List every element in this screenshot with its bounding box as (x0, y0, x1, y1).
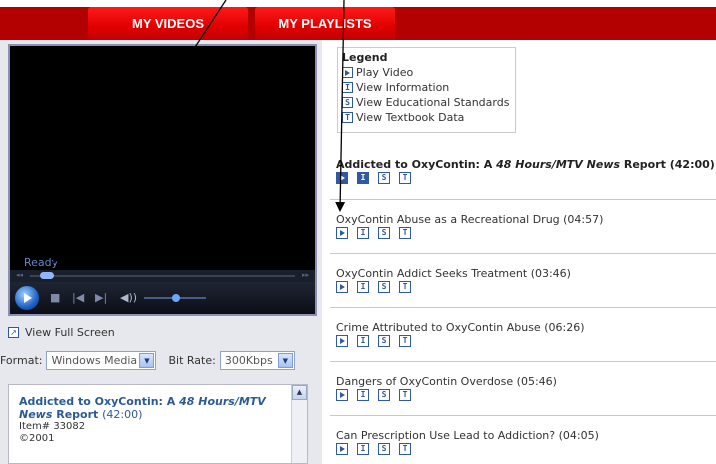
rewind-mark-icon: ◂◂ (16, 271, 24, 279)
fast-forward-mark-icon: ▸▸ (301, 271, 309, 279)
textbook-icon[interactable]: T (399, 443, 411, 455)
chevron-down-icon: ▼ (139, 353, 155, 368)
segment-item: Crime Attributed to OxyContin Abuse (06:… (336, 321, 716, 347)
segment-title[interactable]: Crime Attributed to OxyContin Abuse (06:… (336, 321, 716, 334)
tab-my-playlists[interactable]: MY PLAYLISTS (255, 7, 395, 40)
segment-actions: I S T (336, 335, 716, 347)
standards-icon: S (342, 97, 353, 108)
segment-item: OxyContin Addict Seeks Treatment (03:46)… (336, 267, 716, 293)
information-icon[interactable]: I (357, 227, 369, 239)
divider (330, 307, 716, 308)
divider (330, 415, 716, 416)
legend-item-play: Play Video (342, 66, 511, 79)
information-icon[interactable]: I (357, 172, 369, 184)
main-video-title[interactable]: Addicted to OxyContin: A 48 Hours/MTV Ne… (336, 158, 716, 171)
play-video-icon[interactable] (336, 335, 348, 347)
left-panel: Ready ◂◂ ▸▸ ■ |◀ ▶| ◀)) ↗ View Full Scre… (0, 40, 322, 464)
standards-icon[interactable]: S (378, 172, 390, 184)
volume-icon[interactable]: ◀)) (120, 291, 137, 304)
tab-my-videos[interactable]: MY VIDEOS (88, 7, 248, 40)
video-info-title: Addicted to OxyContin: A 48 Hours/MTV Ne… (19, 395, 266, 421)
standards-icon[interactable]: S (378, 281, 390, 293)
format-row: Format: Windows Media ▼ Bit Rate: 300Kbp… (0, 351, 295, 370)
textbook-icon: T (342, 112, 353, 123)
info-scrollbar[interactable]: ▲ (291, 385, 307, 463)
standards-icon[interactable]: S (378, 335, 390, 347)
full-screen-icon: ↗ (8, 327, 19, 338)
video-info-box: Addicted to OxyContin: A 48 Hours/MTV Ne… (8, 384, 308, 464)
player-controls: ■ |◀ ▶| ◀)) (10, 282, 315, 314)
legend-item-standards: S View Educational Standards (342, 96, 511, 109)
textbook-icon[interactable]: T (399, 227, 411, 239)
segment-title[interactable]: OxyContin Addict Seeks Treatment (03:46) (336, 267, 716, 280)
textbook-icon[interactable]: T (399, 335, 411, 347)
media-player[interactable]: Ready ◂◂ ▸▸ ■ |◀ ▶| ◀)) (8, 44, 317, 316)
video-info-item: Item# 33082 (19, 421, 86, 432)
play-video-icon[interactable] (336, 443, 348, 455)
divider (330, 253, 716, 254)
chevron-down-icon: ▼ (277, 353, 293, 368)
format-value: Windows Media (51, 354, 138, 367)
segment-title[interactable]: Dangers of OxyContin Overdose (05:46) (336, 375, 716, 388)
view-full-screen-label: View Full Screen (25, 326, 115, 339)
play-video-icon (342, 67, 353, 78)
video-info-year: ©2001 (19, 433, 55, 444)
legend-heading: Legend (342, 51, 388, 64)
legend-box: Legend Play Video I View Information S V… (337, 47, 516, 133)
segment-actions: I S T (336, 281, 716, 293)
segment-title[interactable]: OxyContin Abuse as a Recreational Drug (… (336, 213, 716, 226)
player-status: Ready (24, 256, 59, 269)
divider (330, 199, 716, 200)
textbook-icon[interactable]: T (399, 172, 411, 184)
seek-bar[interactable]: ◂◂ ▸▸ (10, 270, 315, 282)
top-stripe (0, 0, 716, 7)
previous-icon[interactable]: |◀ (72, 291, 84, 304)
legend-item-textbook: T View Textbook Data (342, 111, 511, 124)
segment-title[interactable]: Can Prescription Use Lead to Addiction? … (336, 429, 716, 442)
bitrate-value: 300Kbps (224, 354, 273, 367)
information-icon[interactable]: I (357, 281, 369, 293)
legend-item-info: I View Information (342, 81, 511, 94)
play-icon[interactable] (15, 286, 39, 310)
bitrate-label: Bit Rate: (168, 354, 216, 367)
seek-thumb[interactable] (40, 272, 54, 279)
volume-slider[interactable] (144, 294, 206, 302)
stop-icon[interactable]: ■ (50, 291, 60, 304)
standards-icon[interactable]: S (378, 227, 390, 239)
segment-item: OxyContin Abuse as a Recreational Drug (… (336, 213, 716, 239)
seek-track (30, 275, 295, 277)
format-label: Format: (0, 354, 43, 367)
next-icon[interactable]: ▶| (95, 291, 107, 304)
information-icon[interactable]: I (357, 389, 369, 401)
volume-knob[interactable] (172, 294, 180, 302)
standards-icon[interactable]: S (378, 443, 390, 455)
standards-icon[interactable]: S (378, 389, 390, 401)
view-full-screen-link[interactable]: ↗ View Full Screen (8, 326, 115, 339)
segment-actions: I S T (336, 389, 716, 401)
segment-item: Can Prescription Use Lead to Addiction? … (336, 429, 716, 455)
divider (330, 361, 716, 362)
segment-actions: I S T (336, 227, 716, 239)
main-video-entry: Addicted to OxyContin: A 48 Hours/MTV Ne… (336, 158, 716, 184)
play-video-icon[interactable] (336, 227, 348, 239)
segment-item: Dangers of OxyContin Overdose (05:46) I … (336, 375, 716, 401)
scroll-up-icon[interactable]: ▲ (292, 385, 307, 400)
play-video-icon[interactable] (336, 389, 348, 401)
video-info-content: Addicted to OxyContin: A 48 Hours/MTV Ne… (19, 395, 281, 445)
main-video-actions: I S T (336, 172, 716, 184)
format-select[interactable]: Windows Media ▼ (46, 351, 157, 370)
textbook-icon[interactable]: T (399, 389, 411, 401)
play-video-icon[interactable] (336, 281, 348, 293)
segment-actions: I S T (336, 443, 716, 455)
bitrate-select[interactable]: 300Kbps ▼ (219, 351, 295, 370)
information-icon: I (342, 82, 353, 93)
play-video-icon[interactable] (336, 172, 348, 184)
information-icon[interactable]: I (357, 443, 369, 455)
information-icon[interactable]: I (357, 335, 369, 347)
video-screen[interactable] (10, 46, 315, 266)
top-nav-bar: MY VIDEOS MY PLAYLISTS (0, 0, 716, 40)
textbook-icon[interactable]: T (399, 281, 411, 293)
